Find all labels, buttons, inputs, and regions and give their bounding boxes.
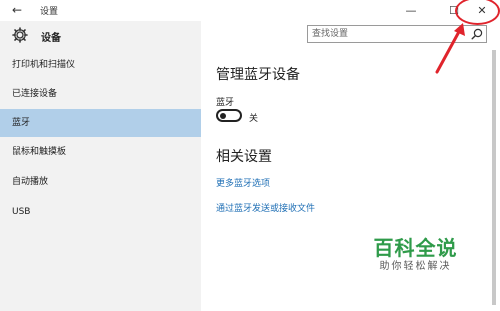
watermark-main-text: 百科全说 [373, 236, 458, 260]
page-title: 设备 [41, 33, 61, 44]
watermark-sub-text: 助你轻松解决 [379, 261, 452, 272]
sidebar-item-usb[interactable]: USB [0, 198, 201, 226]
sidebar-item-printers[interactable]: 打印机和扫描仪 [0, 51, 201, 79]
title-bar: ← 设置 — ☐ ✕ [0, 0, 500, 21]
gear-icon [12, 27, 28, 43]
toggle-knob [220, 112, 226, 119]
window-title: 设置 [40, 7, 59, 17]
search-icon[interactable] [470, 27, 484, 41]
more-bluetooth-options-link[interactable]: 更多蓝牙选项 [216, 176, 270, 189]
sidebar-item-autoplay[interactable]: 自动播放 [0, 168, 201, 196]
toggle-state-text: 关 [249, 114, 259, 124]
sidebar-item-mouse-touchpad[interactable]: 鼠标和触摸板 [0, 138, 201, 166]
sidebar-item-connected-devices[interactable]: 已连接设备 [0, 80, 201, 108]
main-heading: 管理蓝牙设备 [216, 67, 300, 83]
red-arrow-icon [435, 23, 465, 74]
sidebar-item-bluetooth[interactable]: 蓝牙 [0, 109, 201, 137]
bluetooth-toggle[interactable] [216, 109, 242, 122]
scrollbar-thumb[interactable] [492, 50, 496, 305]
bluetooth-toggle-label: 蓝牙 [216, 98, 235, 108]
scrollbar[interactable] [491, 50, 497, 311]
watermark-logo: 百科全说 助你轻松解决 [368, 236, 463, 274]
back-arrow-icon[interactable]: ← [12, 3, 26, 17]
related-settings-heading: 相关设置 [216, 149, 272, 165]
minimize-button[interactable]: — [397, 0, 425, 21]
send-receive-files-link[interactable]: 通过蓝牙发送或接收文件 [216, 201, 315, 214]
